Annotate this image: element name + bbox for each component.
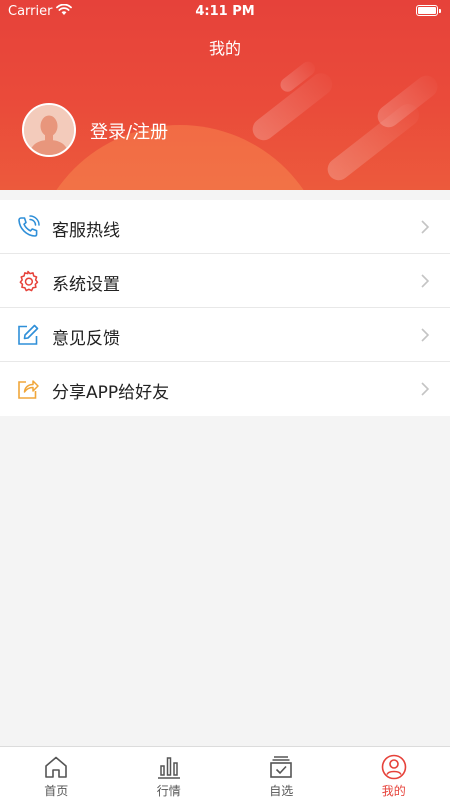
favorites-icon (270, 756, 293, 778)
menu-item-customer-hotline[interactable]: 客服热线 (0, 200, 450, 254)
edit-icon (18, 324, 39, 345)
battery-icon (416, 5, 441, 16)
bottom-tab-bar: 首页 行情 自选 我的 (0, 746, 450, 800)
tab-label: 行情 (156, 784, 181, 798)
avatar[interactable] (22, 103, 76, 157)
chevron-right-icon (421, 382, 430, 396)
menu-item-label: 客服热线 (52, 221, 120, 241)
status-time: 4:11 PM (195, 4, 255, 19)
tab-favorites[interactable]: 自选 (225, 747, 338, 800)
phone-icon (18, 215, 40, 237)
page-title: 我的 (208, 39, 241, 58)
menu-item-feedback[interactable]: 意见反馈 (0, 308, 450, 362)
chevron-right-icon (421, 274, 430, 288)
chevron-right-icon (421, 328, 430, 342)
tab-label: 首页 (44, 784, 69, 798)
profile-icon (381, 754, 407, 780)
chart-icon (157, 757, 180, 779)
home-icon (45, 756, 68, 778)
profile-header: Carrier 4:11 PM 我的 登录/注册 (0, 0, 450, 190)
tab-profile[interactable]: 我的 (338, 747, 450, 800)
menu-item-label: 分享APP给好友 (52, 383, 170, 403)
gear-icon (19, 270, 39, 292)
status-bar: Carrier 4:11 PM (0, 0, 450, 24)
menu-item-label: 系统设置 (52, 275, 120, 295)
menu-item-share-app[interactable]: 分享APP给好友 (0, 362, 450, 416)
tab-label: 自选 (269, 784, 294, 798)
settings-menu: 客服热线 系统设置 意见反馈 分享APP给好友 (0, 200, 450, 416)
tab-market[interactable]: 行情 (113, 747, 226, 800)
menu-item-label: 意见反馈 (52, 329, 120, 349)
user-silhouette-icon (24, 105, 74, 155)
chevron-right-icon (421, 220, 430, 234)
tab-home[interactable]: 首页 (0, 747, 113, 800)
tab-label: 我的 (381, 784, 406, 798)
login-register-link[interactable]: 登录/注册 (90, 118, 168, 144)
share-icon (18, 380, 39, 399)
menu-item-system-settings[interactable]: 系统设置 (0, 254, 450, 308)
